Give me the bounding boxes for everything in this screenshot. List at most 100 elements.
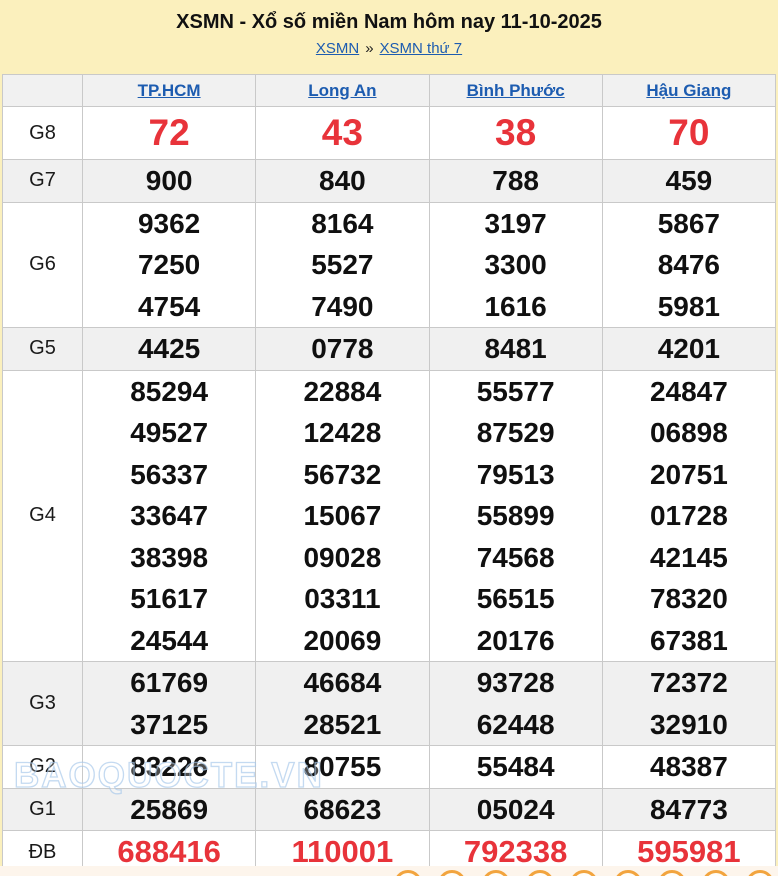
page-header: XSMN - Xổ số miền Nam hôm nay 11-10-2025…	[0, 0, 778, 57]
column-header-tphcm-link[interactable]: TP.HCM	[138, 81, 201, 100]
prize-label-g3: G3	[3, 662, 83, 746]
prize-number: 55484	[430, 746, 602, 788]
prize-number: 4425	[83, 328, 255, 370]
prize-number: 46684	[256, 662, 428, 704]
prize-number: 48387	[603, 746, 775, 788]
prize-number: 22884	[256, 371, 428, 413]
column-header-haugiang: Hậu Giang	[602, 75, 775, 107]
prize-number: 43	[256, 107, 428, 159]
lotto-ball-icon	[746, 870, 774, 876]
prize-label-g6: G6	[3, 202, 83, 328]
prize-number: 56515	[430, 578, 602, 620]
header-empty-cell	[3, 75, 83, 107]
prize-number: 56337	[83, 454, 255, 496]
prize-row-g6: G6 9362 7250 4754 8164 5527 7490 3197 33…	[3, 202, 776, 328]
prize-number: 9362	[83, 203, 255, 245]
page-title: XSMN - Xổ số miền Nam hôm nay 11-10-2025	[0, 11, 778, 34]
prize-number: 15067	[256, 495, 428, 537]
lotto-ball-icon	[702, 870, 730, 876]
prize-number: 84773	[603, 789, 775, 831]
prize-number: 05024	[430, 789, 602, 831]
prize-number: 38	[430, 107, 602, 159]
column-header-haugiang-link[interactable]: Hậu Giang	[646, 81, 731, 100]
column-header-longan: Long An	[256, 75, 429, 107]
prize-number: 32910	[603, 704, 775, 746]
prize-number: 459	[603, 160, 775, 202]
breadcrumb-link-xsmn-thu7[interactable]: XSMN thứ 7	[380, 40, 463, 57]
prize-number: 20069	[256, 620, 428, 662]
lotto-ball-icon	[526, 870, 554, 876]
prize-row-g7: G7 900 840 788 459	[3, 160, 776, 203]
prize-number: 56732	[256, 454, 428, 496]
prize-row-g4: G4 85294 49527 56337 33647 38398 51617 2…	[3, 370, 776, 662]
lotto-ball-strip	[0, 866, 778, 876]
lotto-ball-icon	[482, 870, 510, 876]
prize-number: 79513	[430, 454, 602, 496]
prize-number: 74568	[430, 537, 602, 579]
prize-number: 5527	[256, 244, 428, 286]
lotto-ball-icon	[614, 870, 642, 876]
prize-number: 78320	[603, 578, 775, 620]
breadcrumb-link-xsmn[interactable]: XSMN	[316, 40, 359, 57]
prize-number: 5981	[603, 286, 775, 328]
breadcrumb: XSMN » XSMN thứ 7	[0, 40, 778, 57]
prize-number: 4201	[603, 328, 775, 370]
prize-number: 80755	[256, 746, 428, 788]
prize-number: 01728	[603, 495, 775, 537]
prize-row-g8: G8 72 43 38 70	[3, 107, 776, 160]
prize-number: 24847	[603, 371, 775, 413]
prize-number: 5867	[603, 203, 775, 245]
prize-number: 03311	[256, 578, 428, 620]
prize-number: 900	[83, 160, 255, 202]
prize-number: 49527	[83, 412, 255, 454]
lotto-ball-icon	[394, 870, 422, 876]
prize-number: 788	[430, 160, 602, 202]
prize-number: 8164	[256, 203, 428, 245]
prize-number: 62448	[430, 704, 602, 746]
prize-number: 51617	[83, 578, 255, 620]
prize-number: 3300	[430, 244, 602, 286]
prize-number: 68623	[256, 789, 428, 831]
prize-label-g4: G4	[3, 370, 83, 662]
prize-number: 67381	[603, 620, 775, 662]
prize-number: 72372	[603, 662, 775, 704]
prize-label-g5: G5	[3, 328, 83, 371]
prize-number: 06898	[603, 412, 775, 454]
prize-number: 25869	[83, 789, 255, 831]
column-header-longan-link[interactable]: Long An	[308, 81, 376, 100]
results-table-wrapper: TP.HCM Long An Bình Phước Hậu Giang G8 7…	[2, 74, 776, 874]
prize-number: 20176	[430, 620, 602, 662]
prize-number: 85294	[83, 371, 255, 413]
prize-number: 93728	[430, 662, 602, 704]
prize-number: 3197	[430, 203, 602, 245]
prize-number: 0778	[256, 328, 428, 370]
prize-number: 37125	[83, 704, 255, 746]
prize-number: 8481	[430, 328, 602, 370]
prize-number: 55899	[430, 495, 602, 537]
breadcrumb-separator: »	[365, 40, 373, 57]
table-header-row: TP.HCM Long An Bình Phước Hậu Giang	[3, 75, 776, 107]
prize-row-g1: G1 25869 68623 05024 84773	[3, 788, 776, 831]
prize-number: 72	[83, 107, 255, 159]
results-table: TP.HCM Long An Bình Phước Hậu Giang G8 7…	[2, 74, 776, 874]
column-header-tphcm: TP.HCM	[83, 75, 256, 107]
prize-number: 28521	[256, 704, 428, 746]
prize-number: 09028	[256, 537, 428, 579]
prize-label-g7: G7	[3, 160, 83, 203]
prize-number: 7250	[83, 244, 255, 286]
prize-number: 7490	[256, 286, 428, 328]
column-header-binhphuoc-link[interactable]: Bình Phước	[467, 81, 565, 100]
prize-number: 38398	[83, 537, 255, 579]
prize-number: 87529	[430, 412, 602, 454]
prize-number: 1616	[430, 286, 602, 328]
prize-number: 840	[256, 160, 428, 202]
lotto-ball-icon	[658, 870, 686, 876]
prize-number: 12428	[256, 412, 428, 454]
prize-number: 4754	[83, 286, 255, 328]
prize-number: 70	[603, 107, 775, 159]
prize-number: 24544	[83, 620, 255, 662]
prize-number: 42145	[603, 537, 775, 579]
prize-row-g5: G5 4425 0778 8481 4201	[3, 328, 776, 371]
lotto-ball-icon	[570, 870, 598, 876]
prize-number: 61769	[83, 662, 255, 704]
